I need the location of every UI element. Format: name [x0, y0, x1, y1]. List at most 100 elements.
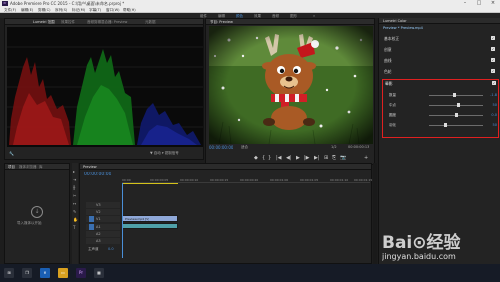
type-tool-icon[interactable]: T — [73, 225, 75, 230]
tab-lumetri-scopes[interactable]: Lumetri 范围 — [33, 20, 55, 25]
track-header-a3[interactable]: A3 — [86, 238, 120, 244]
premiere-taskbar-icon[interactable]: Pr — [76, 268, 86, 278]
project-tab-bar: 项目 媒体浏览器 库 — [5, 164, 69, 170]
vignette-roundness-slider[interactable]: 圆度 0.0 — [387, 112, 497, 118]
slider-value[interactable]: -1.8 — [490, 93, 497, 97]
work-area-bar[interactable] — [122, 183, 178, 184]
program-video-frame — [209, 26, 373, 144]
tab-media-browser[interactable]: 媒体浏览器 — [19, 165, 37, 170]
windows-start-icon[interactable]: ⊞ — [4, 268, 14, 278]
checkbox-icon[interactable]: ✓ — [491, 47, 495, 51]
maximize-icon[interactable]: □ — [472, 0, 486, 7]
menu-help[interactable]: 帮助(H) — [123, 8, 136, 13]
checkbox-icon[interactable]: ✓ — [491, 58, 495, 62]
slider-track[interactable] — [429, 125, 483, 126]
track-header-v1[interactable]: V1 — [86, 216, 120, 222]
hand-tool-icon[interactable]: ✋ — [73, 217, 78, 222]
program-timecode[interactable]: 00:00:00:00 — [209, 145, 233, 150]
tab-sequence-preview[interactable]: Preview — [83, 165, 97, 169]
program-monitor-panel: 节目: Preview 00:00:00:00 适合 1/2 00:00:00:… — [205, 18, 375, 165]
vignette-midpoint-slider[interactable]: 中点 50 — [387, 102, 497, 108]
vignette-title[interactable]: 晕影 — [385, 81, 393, 87]
step-forward-icon[interactable]: |▶ — [304, 155, 310, 161]
menu-file[interactable]: 文件(F) — [4, 8, 16, 13]
section-color-wheels[interactable]: 色轮 ✓ — [382, 68, 497, 75]
add-marker-icon[interactable]: ◆ — [254, 155, 258, 161]
track-header-a2[interactable]: A2 — [86, 231, 120, 237]
menu-edit[interactable]: 编辑(E) — [21, 8, 33, 13]
razor-tool-icon[interactable]: ✂ — [73, 193, 76, 198]
slider-value[interactable]: 50 — [493, 103, 497, 107]
pen-tool-icon[interactable]: ✎ — [73, 209, 76, 214]
slider-handle[interactable] — [453, 93, 457, 97]
import-media-icon[interactable]: ↓ — [31, 206, 43, 218]
go-to-out-icon[interactable]: ▶| — [314, 155, 320, 161]
slider-value[interactable]: 50 — [493, 123, 497, 127]
file-explorer-icon[interactable]: ▭ — [58, 268, 68, 278]
menu-title[interactable]: 字幕(T) — [89, 8, 101, 13]
program-zoom-select[interactable]: 适合 — [241, 145, 248, 150]
source-patch-v1[interactable] — [89, 216, 94, 222]
store-icon[interactable]: ▦ — [94, 268, 104, 278]
tab-effect-controls[interactable]: 效果控件 — [61, 20, 75, 25]
track-select-tool-icon[interactable]: ⇥ — [73, 177, 76, 182]
audio-clip[interactable] — [122, 223, 178, 229]
import-media-hint[interactable]: 导入媒体以开始 — [17, 221, 42, 226]
scopes-clamp-label[interactable]: ▼ 自动 ▾ 钳制信号 — [150, 151, 179, 156]
workspace-overflow-icon[interactable]: » — [313, 14, 315, 18]
lumetri-clip-selector[interactable]: Preview * Preview.mp4 — [383, 26, 423, 30]
menu-sequence[interactable]: 序列(S) — [55, 8, 67, 13]
menu-window[interactable]: 窗口(W) — [106, 8, 120, 13]
checkbox-icon[interactable]: ✓ — [491, 36, 495, 40]
program-resolution-select[interactable]: 1/2 — [331, 145, 337, 149]
close-icon[interactable]: × — [486, 0, 500, 7]
play-icon[interactable]: ▶ — [296, 155, 300, 161]
menu-marker[interactable]: 标记(M) — [72, 8, 85, 13]
master-value[interactable]: 0.0 — [108, 247, 114, 251]
ripple-edit-tool-icon[interactable]: ╫ — [73, 185, 75, 190]
master-track-header[interactable]: 主声道 0.0 — [86, 246, 120, 252]
step-back-icon[interactable]: ◀| — [286, 155, 292, 161]
button-editor-icon[interactable]: + — [364, 155, 368, 161]
slider-handle[interactable] — [454, 113, 458, 117]
slider-handle[interactable] — [457, 103, 461, 107]
tab-lumetri-color[interactable]: Lumetri Color — [383, 19, 407, 23]
source-patch-a1[interactable] — [89, 224, 94, 230]
slider-handle[interactable] — [443, 123, 447, 127]
vignette-amount-slider[interactable]: 数量 -1.8 — [387, 92, 497, 98]
section-creative[interactable]: 创意 ✓ — [382, 46, 497, 53]
track-header-a1[interactable]: A1 — [86, 224, 120, 230]
playhead[interactable] — [122, 183, 123, 258]
video-clip[interactable]: Preview.mp4 [V] — [122, 215, 178, 222]
timeline-timecode[interactable]: 00:00:00:00 — [84, 172, 111, 177]
vignette-checkbox-icon[interactable]: ✓ — [492, 81, 496, 85]
track-header-v2[interactable]: V2 — [86, 209, 120, 215]
go-to-in-icon[interactable]: |◀ — [276, 155, 282, 161]
task-view-icon[interactable]: ❐ — [22, 268, 32, 278]
export-frame-icon[interactable]: 📷 — [340, 155, 346, 161]
track-header-v3[interactable]: V3 — [86, 202, 120, 208]
selection-tool-icon[interactable]: ▸ — [73, 169, 75, 174]
checkbox-icon[interactable]: ✓ — [491, 69, 495, 73]
mark-in-icon[interactable]: { — [262, 155, 265, 161]
extract-icon[interactable]: ⎘ — [332, 155, 336, 161]
vignette-section: 晕影 ✓ 数量 -1.8 中点 50 圆度 0.0 羽化 50 — [382, 79, 499, 138]
menu-clip[interactable]: 剪辑(C) — [38, 8, 51, 13]
minimize-icon[interactable]: – — [458, 0, 472, 7]
scopes-wrench-icon[interactable]: 🔧 — [9, 151, 14, 156]
tab-program[interactable]: 节目: Preview — [210, 20, 233, 25]
premiere-app-icon: Pr — [2, 1, 8, 6]
tab-metadata[interactable]: 元数据 — [145, 20, 156, 25]
browser-icon[interactable]: e — [40, 268, 50, 278]
section-curves[interactable]: 曲线 ✓ — [382, 57, 497, 64]
section-basic-correction[interactable]: 基本校正 ✓ — [382, 35, 497, 42]
slider-track[interactable] — [429, 105, 483, 106]
slider-value[interactable]: 0.0 — [491, 113, 497, 117]
slip-tool-icon[interactable]: ↔ — [73, 201, 76, 206]
vignette-feather-slider[interactable]: 羽化 50 — [387, 122, 497, 128]
tab-audio-clip-mixer[interactable]: 音频剪辑混合器: Preview — [87, 20, 127, 25]
mark-out-icon[interactable]: } — [268, 155, 271, 161]
tab-libraries[interactable]: 库 — [39, 165, 43, 170]
lift-icon[interactable]: ⊞ — [324, 155, 328, 161]
tab-project[interactable]: 项目 — [8, 165, 15, 170]
